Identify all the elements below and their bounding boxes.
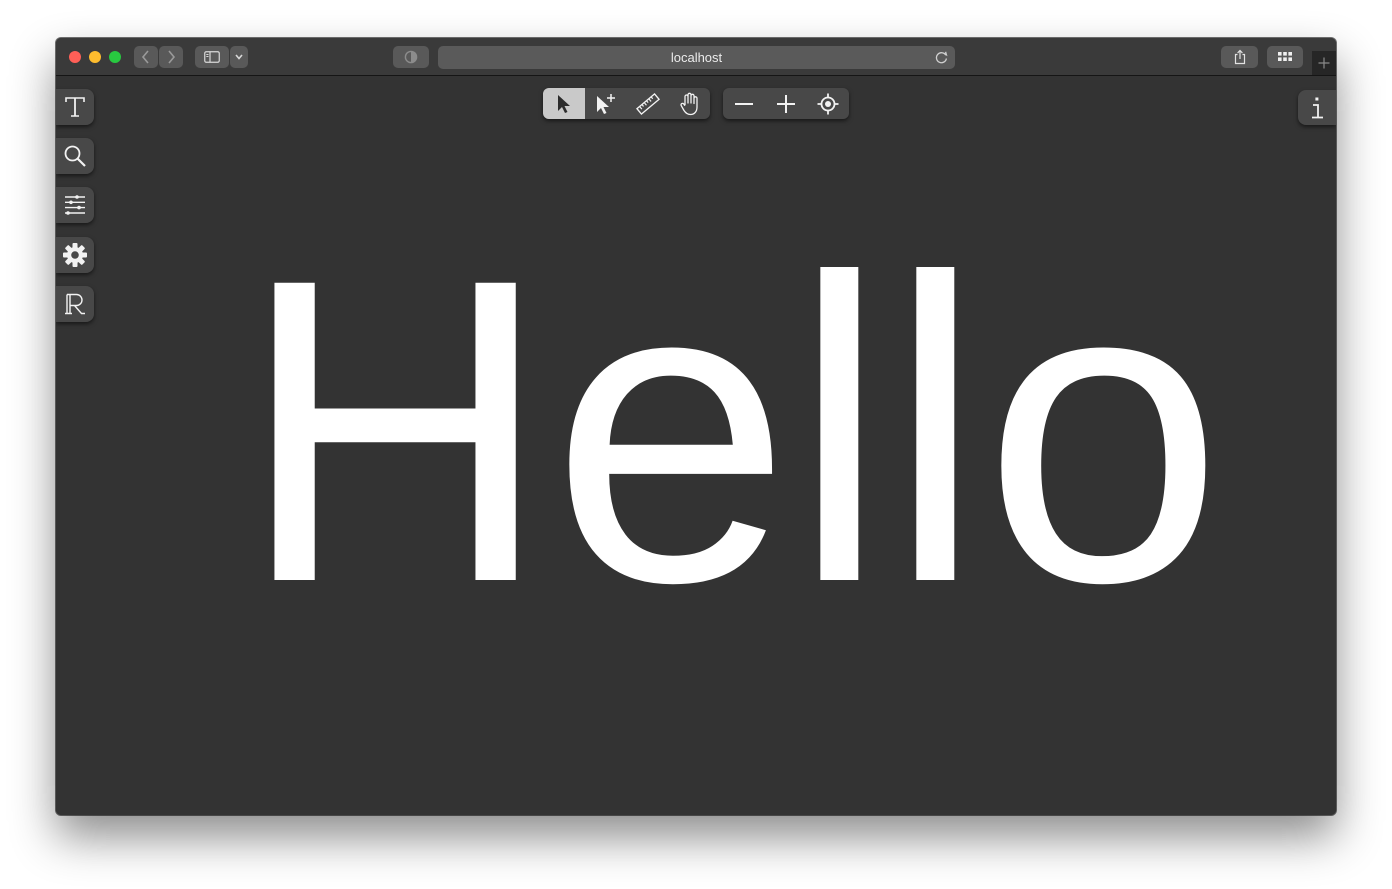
privacy-report-button[interactable] <box>393 46 429 68</box>
minus-icon <box>735 102 753 105</box>
sidebar-toggle-button[interactable] <box>195 46 229 68</box>
select-tool-button[interactable] <box>543 88 585 119</box>
back-button[interactable] <box>134 46 158 68</box>
r-button[interactable] <box>56 286 94 322</box>
chevron-left-icon <box>141 50 149 64</box>
chevron-down-icon <box>235 54 243 60</box>
reload-icon[interactable] <box>934 50 949 65</box>
plus-icon <box>777 94 795 113</box>
info-button[interactable] <box>1298 90 1336 125</box>
measure-tool-button[interactable] <box>627 88 669 119</box>
magnifier-icon <box>64 145 86 167</box>
gear-icon <box>63 243 87 267</box>
close-window-button[interactable] <box>69 51 81 63</box>
page-content: Hello <box>56 76 1336 815</box>
shield-icon <box>404 50 418 64</box>
chevron-right-icon <box>168 50 176 64</box>
double-struck-r-icon <box>65 293 85 315</box>
zoom-controls <box>723 88 849 119</box>
zoom-out-button[interactable] <box>723 88 765 119</box>
maximize-window-button[interactable] <box>109 51 121 63</box>
address-bar[interactable]: localhost <box>438 46 955 69</box>
center-view-button[interactable] <box>807 88 849 119</box>
zoom-in-button[interactable] <box>765 88 807 119</box>
pointer-plus-icon <box>597 93 615 114</box>
plus-icon <box>1318 57 1330 69</box>
sliders-icon <box>65 195 85 215</box>
tab-overview-button[interactable] <box>1267 46 1303 68</box>
crosshair-icon <box>817 93 839 114</box>
share-icon <box>1234 49 1245 65</box>
add-point-tool-button[interactable] <box>585 88 627 119</box>
browser-window: localhost Hello <box>56 38 1336 815</box>
minimize-window-button[interactable] <box>89 51 101 63</box>
text-tool-button[interactable] <box>56 89 94 125</box>
pan-tool-button[interactable] <box>669 88 711 119</box>
pointer-arrow-icon <box>558 94 570 113</box>
share-button[interactable] <box>1221 46 1258 68</box>
sidebar-menu-button[interactable] <box>230 46 248 68</box>
info-icon <box>1312 97 1323 118</box>
tool-selector <box>543 88 710 119</box>
ruler-icon <box>636 92 660 115</box>
new-tab-button[interactable] <box>1312 51 1336 75</box>
canvas-text: Hello <box>239 189 1224 672</box>
settings-button[interactable] <box>56 237 94 273</box>
adjustments-button[interactable] <box>56 187 94 223</box>
text-t-icon <box>65 97 85 117</box>
sidebar-icon <box>204 51 220 63</box>
url-text: localhost <box>670 50 723 65</box>
browser-toolbar: localhost <box>56 38 1336 76</box>
grid-icon <box>1278 52 1292 61</box>
hand-icon <box>680 92 698 115</box>
forward-button[interactable] <box>159 46 183 68</box>
search-button[interactable] <box>56 138 94 174</box>
